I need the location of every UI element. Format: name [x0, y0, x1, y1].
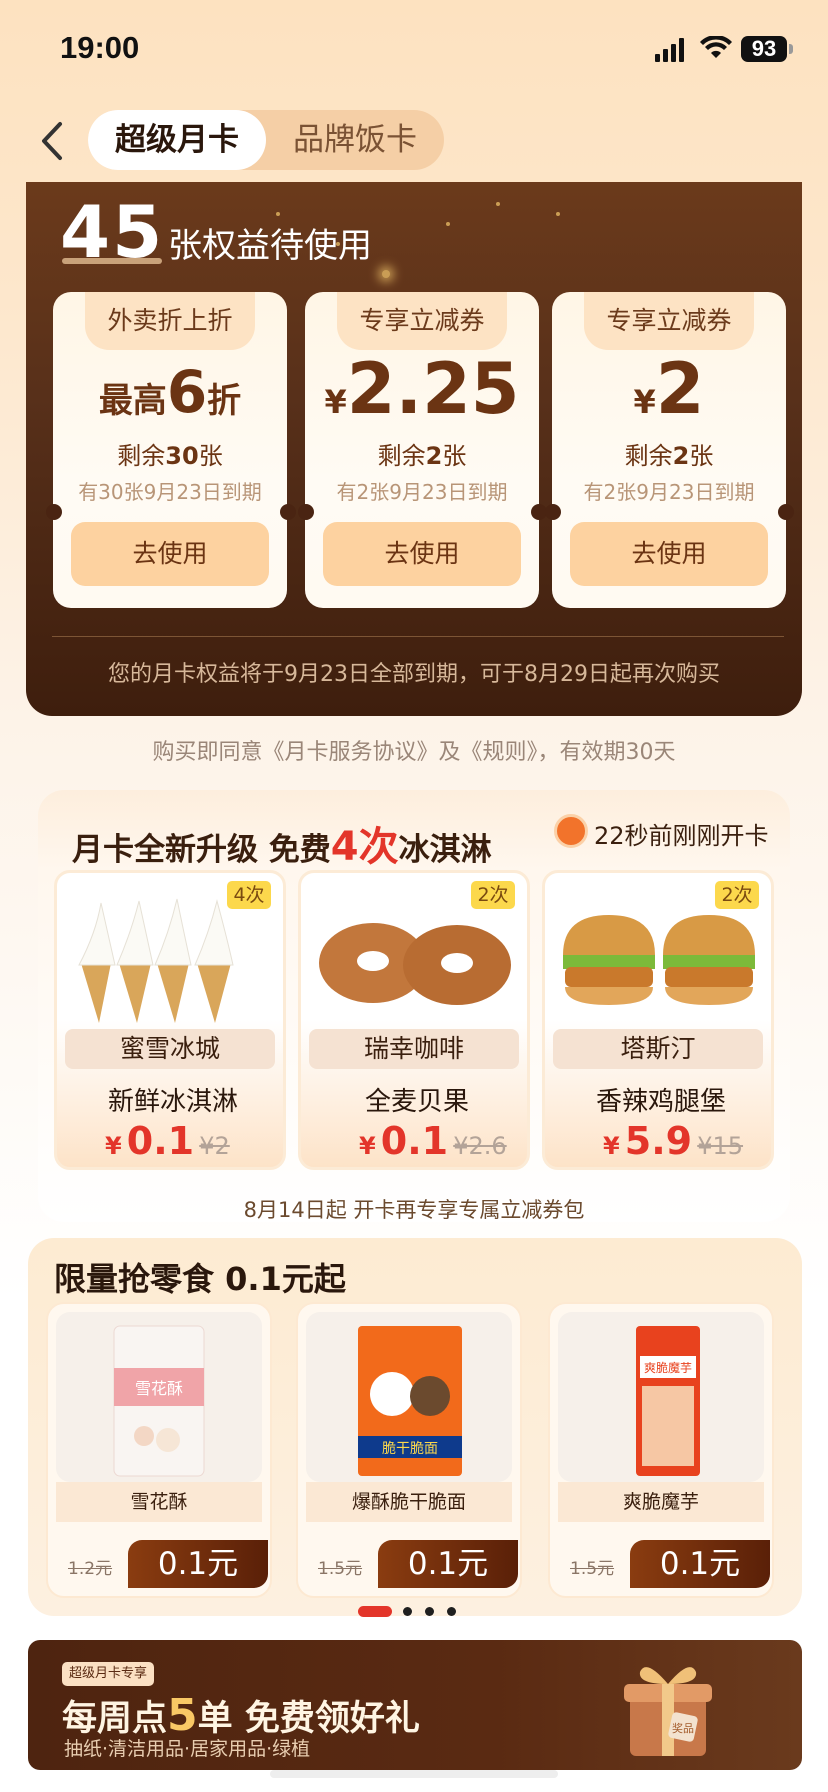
icecream-title: 月卡全新升级 免费4次冰淇淋	[72, 824, 492, 870]
pager-dot[interactable]	[447, 1607, 456, 1616]
coupon-notch	[46, 504, 62, 520]
product-name: 香辣鸡腿堡	[595, 1087, 726, 1117]
times-badge: 2次	[715, 881, 759, 909]
product-price: ¥ 0.1 ¥2.6	[359, 1119, 507, 1163]
snack-name: 爆酥脆干脆面	[306, 1482, 512, 1522]
svg-text:雪花酥: 雪花酥	[135, 1379, 183, 1398]
bagels-image	[319, 923, 511, 1005]
product-card[interactable]: 2次 瑞幸咖啡 全麦贝果 ¥ 0.1 ¥2.6	[298, 870, 530, 1170]
agreement-text[interactable]: 购买即同意《月卡服务协议》及《规则》，有效期30天	[0, 734, 828, 766]
coupon-expiry: 有2张9月23日到期	[336, 480, 508, 504]
svg-text:奖品: 奖品	[672, 1721, 694, 1735]
pager-dot-active[interactable]	[358, 1606, 392, 1617]
wifi-icon	[700, 36, 732, 58]
product-price: ¥ 5.9 ¥15	[603, 1119, 744, 1163]
coupon-notch	[298, 504, 314, 520]
coupon-remaining: 剩余30张	[117, 442, 223, 470]
coupon-value: ¥2.25	[324, 348, 520, 430]
use-coupon-button[interactable]: 去使用	[323, 522, 521, 586]
product-price: ¥ 0.1 ¥2	[105, 1119, 230, 1163]
chicken-burgers-image	[563, 915, 755, 1005]
product-card[interactable]: 2次 塔斯汀 香辣鸡腿堡 ¥ 5.9 ¥15	[542, 870, 774, 1170]
status-time: 19:00	[60, 30, 140, 65]
tab-brand-meal-card[interactable]: 品牌饭卡	[266, 110, 444, 170]
crispy-noodle-package-icon: 脆干脆面	[358, 1326, 462, 1476]
gift-box-icon: 奖品	[624, 1667, 712, 1756]
home-indicator	[270, 1770, 558, 1778]
snack-old-price: 1.5元	[318, 1559, 363, 1579]
ice-cream-cones-image	[78, 898, 234, 1023]
coupon-expiry: 有2张9月23日到期	[583, 480, 755, 504]
coupon-tag: 外卖折上折	[85, 292, 255, 350]
coupon-expiry: 有30张9月23日到期	[78, 480, 262, 504]
snack-name: 雪花酥	[56, 1482, 262, 1522]
tab-super-monthly-card[interactable]: 超级月卡	[88, 110, 266, 170]
use-coupon-button[interactable]: 去使用	[570, 522, 768, 586]
icecream-footer-note: 8月14日起 开卡再专享专属立减券包	[243, 1198, 585, 1222]
snowflake-crisp-package-icon: 雪花酥	[113, 1325, 205, 1477]
snack-buy-button[interactable]: 0.1元	[630, 1540, 770, 1588]
snack-buy-button[interactable]: 0.1元	[128, 1540, 268, 1588]
battery-icon: 93	[741, 36, 787, 62]
snack-card[interactable]: 雪花酥 雪花酥 1.2元 0.1元	[46, 1302, 272, 1598]
coupon-remaining: 剩余2张	[377, 442, 467, 470]
benefits-expiry-note: 您的月卡权益将于9月23日全部到期，可于8月29日起再次购买	[108, 662, 720, 687]
cellular-signal-icon	[655, 38, 689, 62]
coupon-tag: 专享立减券	[337, 292, 507, 350]
pager-dot[interactable]	[425, 1607, 434, 1616]
coupon-value: ¥2	[633, 348, 705, 430]
snack-old-price: 1.5元	[570, 1559, 615, 1579]
snack-old-price: 1.2元	[68, 1559, 113, 1579]
divider	[52, 636, 784, 637]
coupon-remaining: 剩余2张	[624, 442, 714, 470]
user-avatar	[554, 814, 588, 848]
product-name: 新鲜冰淇淋	[107, 1087, 238, 1117]
brand-label: 蜜雪冰城	[65, 1029, 275, 1069]
times-badge: 4次	[227, 881, 271, 909]
coupon-card-discount: 外卖折上折 最高6折 剩余30张 有30张9月23日到期 去使用	[53, 292, 287, 608]
brand-label: 瑞幸咖啡	[309, 1029, 519, 1069]
snack-image: 雪花酥	[56, 1312, 262, 1482]
back-arrow-icon[interactable]	[38, 118, 66, 164]
coupon-notch	[280, 504, 296, 520]
snack-image: 爽脆魔芋	[558, 1312, 764, 1482]
pager-dot[interactable]	[403, 1607, 412, 1616]
svg-text:爽脆魔芋: 爽脆魔芋	[644, 1360, 692, 1375]
battery-nub	[789, 44, 793, 54]
coupon-value: 最高6折	[98, 358, 242, 426]
snack-image: 脆干脆面	[306, 1312, 512, 1482]
banner-subtitle: 抽纸·清洁用品·居家用品·绿植	[64, 1738, 311, 1760]
svg-text:脆干脆面: 脆干脆面	[382, 1440, 438, 1457]
recent-activation-text: 22秒前刚刚开卡	[594, 822, 769, 850]
coupon-notch	[545, 504, 561, 520]
use-coupon-button[interactable]: 去使用	[71, 522, 269, 586]
brand-label: 塔斯汀	[553, 1029, 763, 1069]
product-card[interactable]: 4次 蜜雪冰城 新鲜冰淇淋 ¥ 0.1 ¥2	[54, 870, 286, 1170]
coupon-card-reduction: 专享立减券 ¥2.25 剩余2张 有2张9月23日到期 去使用	[305, 292, 539, 608]
product-name: 全麦贝果	[364, 1087, 469, 1117]
coupon-card-reduction: 专享立减券 ¥2 剩余2张 有2张9月23日到期 去使用	[552, 292, 786, 608]
banner-tag: 超级月卡专享	[62, 1662, 154, 1686]
coupon-tag: 专享立减券	[584, 292, 754, 350]
coupon-notch	[778, 504, 794, 520]
snack-card[interactable]: 脆干脆面 爆酥脆干脆面 1.5元 0.1元	[296, 1302, 522, 1598]
snack-card[interactable]: 爽脆魔芋 爽脆魔芋 1.5元 0.1元	[548, 1302, 774, 1598]
snacks-title: 限量抢零食 0.1元起	[54, 1260, 346, 1298]
times-badge: 2次	[471, 881, 515, 909]
snack-name: 爽脆魔芋	[558, 1482, 764, 1522]
benefit-count-label: 张权益待使用	[168, 226, 372, 266]
count-underline	[62, 258, 162, 264]
snack-buy-button[interactable]: 0.1元	[378, 1540, 518, 1588]
konjac-package-icon: 爽脆魔芋	[636, 1326, 700, 1476]
